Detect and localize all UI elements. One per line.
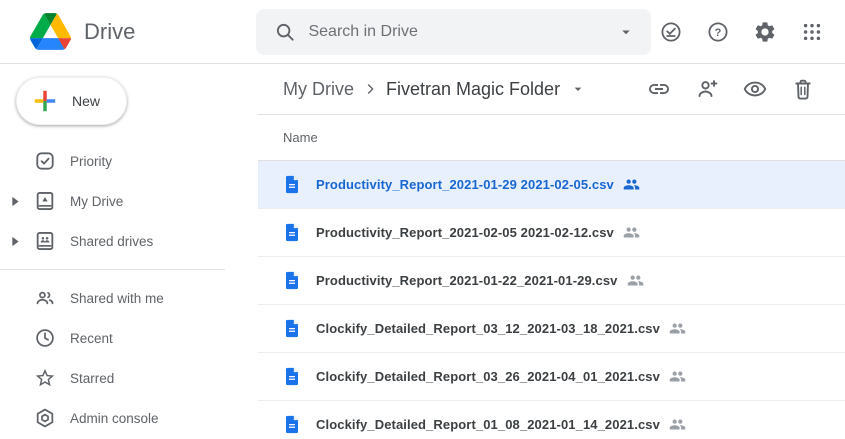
shared-with-me-icon xyxy=(33,287,57,309)
search-options-caret-icon[interactable] xyxy=(617,23,635,41)
google-drive-app: Drive ? xyxy=(0,0,845,439)
chevron-right-icon xyxy=(361,80,379,98)
file-list: Productivity_Report_2021-01-29 2021-02-0… xyxy=(258,161,845,439)
apps-grid-icon[interactable] xyxy=(792,12,832,52)
csv-file-icon xyxy=(283,174,301,195)
new-button-label: New xyxy=(72,93,100,109)
settings-gear-icon[interactable] xyxy=(745,12,785,52)
search-input[interactable] xyxy=(306,22,617,42)
shared-people-icon xyxy=(669,368,686,385)
help-icon[interactable]: ? xyxy=(698,12,738,52)
get-link-icon[interactable] xyxy=(647,77,671,101)
csv-file-icon xyxy=(283,318,301,339)
selection-toolbar xyxy=(647,77,815,101)
shared-people-icon xyxy=(623,176,640,193)
breadcrumb-my-drive[interactable]: My Drive xyxy=(283,79,354,100)
file-row[interactable]: Clockify_Detailed_Report_03_26_2021-04_0… xyxy=(258,353,845,401)
search-icon[interactable] xyxy=(274,21,296,43)
breadcrumb-current-folder[interactable]: Fivetran Magic Folder xyxy=(386,79,560,100)
sidebar-item-admin-console[interactable]: Admin console xyxy=(0,398,258,438)
drive-logo[interactable]: Drive xyxy=(0,13,256,50)
shared-people-icon xyxy=(623,224,640,241)
top-bar: Drive ? xyxy=(0,0,845,64)
breadcrumb-bar: My Drive Fivetran Magic Folder xyxy=(258,64,845,115)
shared-drives-icon xyxy=(33,230,57,252)
sidebar-nav: Priority My Drive xyxy=(0,141,258,438)
folder-menu-caret-icon[interactable] xyxy=(570,81,586,97)
csv-file-icon xyxy=(283,366,301,387)
recent-clock-icon xyxy=(33,327,57,349)
my-drive-icon xyxy=(33,190,57,212)
file-row[interactable]: Productivity_Report_2021-02-05 2021-02-1… xyxy=(258,209,845,257)
drive-logo-icon xyxy=(30,13,71,50)
search-bar[interactable] xyxy=(256,9,651,55)
sidebar-item-my-drive[interactable]: My Drive xyxy=(0,181,258,221)
sidebar-divider xyxy=(0,269,225,270)
admin-console-icon xyxy=(33,407,57,429)
preview-eye-icon[interactable] xyxy=(743,77,767,101)
svg-text:?: ? xyxy=(715,26,722,38)
file-row[interactable]: Productivity_Report_2021-01-29 2021-02-0… xyxy=(258,161,845,209)
offline-ready-icon[interactable] xyxy=(651,12,691,52)
csv-file-icon xyxy=(283,270,301,291)
sidebar-item-shared-with-me[interactable]: Shared with me xyxy=(0,278,258,318)
file-browser: My Drive Fivetran Magic Folder xyxy=(258,64,845,439)
sidebar: New Priority xyxy=(0,64,258,439)
priority-check-icon xyxy=(33,150,57,172)
file-row[interactable]: Productivity_Report_2021-01-22_2021-01-2… xyxy=(258,257,845,305)
csv-file-icon xyxy=(283,222,301,243)
add-person-icon[interactable] xyxy=(695,77,719,101)
sidebar-item-recent[interactable]: Recent xyxy=(0,318,258,358)
sidebar-item-shared-drives[interactable]: Shared drives xyxy=(0,221,258,261)
file-row[interactable]: Clockify_Detailed_Report_03_12_2021-03_1… xyxy=(258,305,845,353)
shared-people-icon xyxy=(669,320,686,337)
shared-people-icon xyxy=(669,416,686,433)
app-title: Drive xyxy=(84,19,135,45)
file-row[interactable]: Clockify_Detailed_Report_01_08_2021-01_1… xyxy=(258,401,845,439)
new-button[interactable]: New xyxy=(16,77,127,125)
shared-people-icon xyxy=(627,272,644,289)
expand-arrow-icon[interactable] xyxy=(8,196,22,207)
star-icon xyxy=(33,367,57,389)
multicolor-plus-icon xyxy=(32,88,58,114)
column-header-name[interactable]: Name xyxy=(258,115,845,161)
expand-arrow-icon[interactable] xyxy=(8,236,22,247)
csv-file-icon xyxy=(283,414,301,435)
top-bar-actions: ? xyxy=(651,12,845,52)
sidebar-item-priority[interactable]: Priority xyxy=(0,141,258,181)
trash-icon[interactable] xyxy=(791,77,815,101)
sidebar-item-starred[interactable]: Starred xyxy=(0,358,258,398)
